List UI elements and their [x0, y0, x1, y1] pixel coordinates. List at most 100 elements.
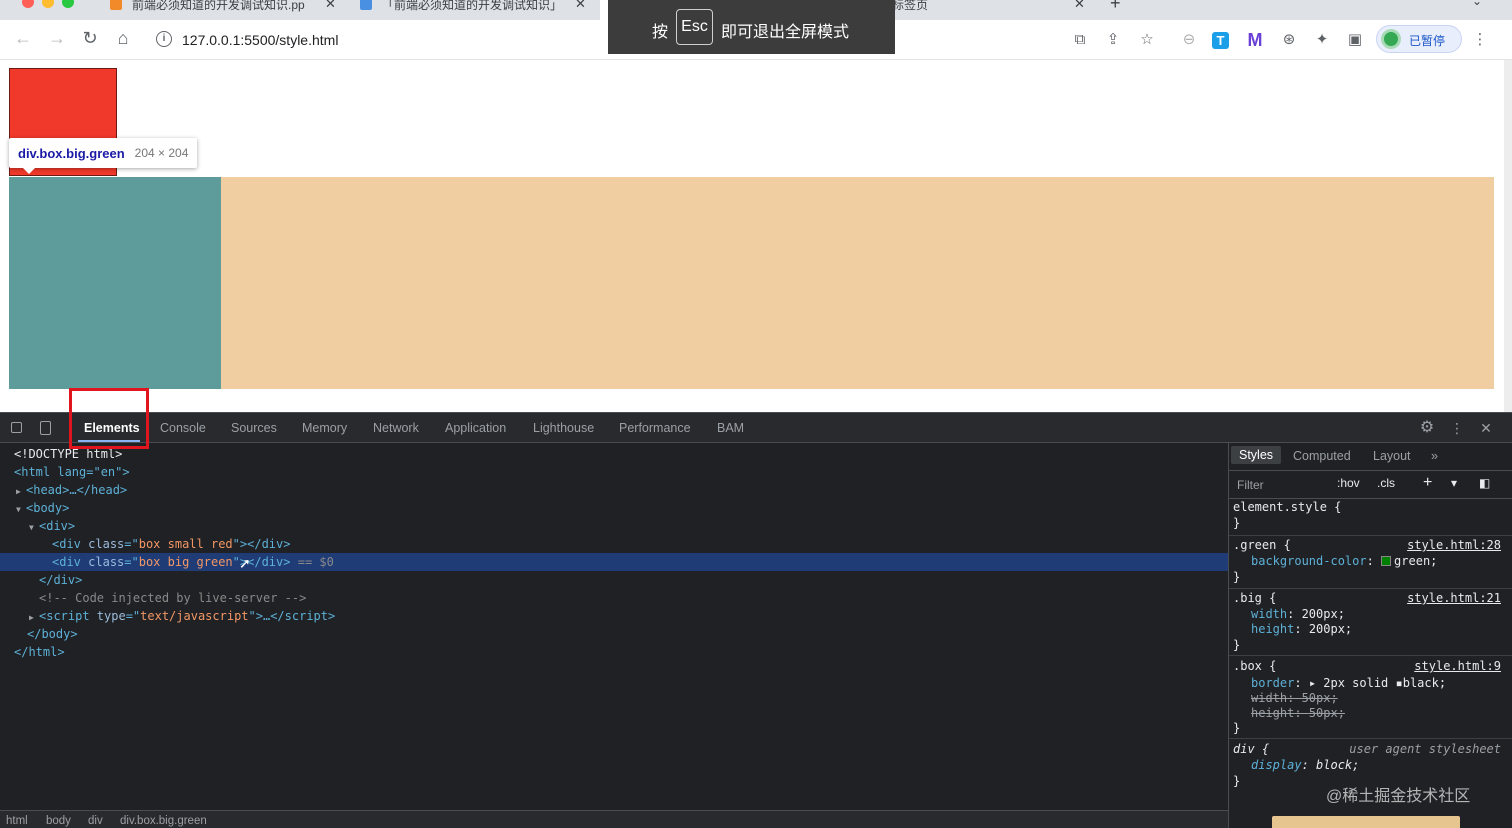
share-icon[interactable]: ⇪: [1103, 30, 1123, 50]
tab-bam[interactable]: BAM: [717, 421, 744, 435]
extension-icon[interactable]: ⊖: [1179, 30, 1199, 50]
toggle-sidebar-icon[interactable]: ◧: [1479, 476, 1490, 490]
chevron-down-icon[interactable]: ⌄: [1472, 0, 1482, 8]
dom-node-small-red[interactable]: <div class="box small red"></div>: [0, 535, 1228, 553]
rule-selector[interactable]: .big {: [1233, 590, 1276, 606]
extension-circle-icon[interactable]: ⊛: [1279, 30, 1299, 50]
tab-close-icon[interactable]: ✕: [325, 0, 336, 12]
big-green-box-highlight[interactable]: [9, 177, 221, 389]
tab-title: 「前端必须知道的开发调试知识」: [382, 0, 563, 12]
add-rule-icon[interactable]: +: [1423, 474, 1432, 492]
box-model-preview: [1272, 816, 1460, 828]
tab-styles[interactable]: Styles: [1231, 446, 1282, 464]
reload-icon[interactable]: ↻: [79, 28, 101, 49]
rule-selector[interactable]: .green {: [1233, 537, 1291, 553]
hov-toggle[interactable]: :hov: [1337, 476, 1360, 490]
esc-key-badge: Esc: [676, 9, 713, 45]
breadcrumb-div-box-big-green[interactable]: div.box.big.green: [120, 815, 207, 827]
devtools-tab-bar: Elements Console Sources Memory Network …: [0, 413, 1512, 443]
forward-arrow-icon[interactable]: →: [46, 28, 68, 49]
styles-filter-input[interactable]: Filter: [1237, 478, 1264, 492]
tab-close-icon[interactable]: ✕: [1074, 0, 1085, 12]
cls-toggle[interactable]: .cls: [1377, 476, 1395, 490]
rule-close-brace: }: [1233, 516, 1241, 530]
fullscreen-exit-toast: 按 Esc 即可退出全屏模式: [608, 0, 895, 54]
breadcrumb-html[interactable]: html: [6, 815, 28, 827]
tab-close-icon[interactable]: ✕: [575, 0, 586, 12]
breadcrumb-body[interactable]: body: [46, 815, 71, 827]
translator-extension-icon[interactable]: T: [1212, 32, 1229, 49]
css-declaration[interactable]: background-color: green;: [1251, 553, 1437, 569]
window-close-button[interactable]: [22, 0, 34, 8]
breadcrumb-div[interactable]: div: [88, 815, 103, 827]
dom-node-doctype[interactable]: <!DOCTYPE html>: [0, 445, 1228, 463]
dom-node-html-close[interactable]: </html>: [0, 643, 1228, 661]
dom-node-html[interactable]: <html lang="en">: [0, 463, 1228, 481]
css-declaration[interactable]: display: block;: [1251, 757, 1359, 773]
bookmark-star-icon[interactable]: ☆: [1137, 30, 1157, 50]
back-arrow-icon[interactable]: ←: [12, 28, 34, 49]
tab-lighthouse[interactable]: Lighthouse: [533, 421, 594, 435]
dom-node-body-close[interactable]: </body>: [0, 625, 1228, 643]
dom-node-big-green-selected[interactable]: <div class="box big green"></div> == $0: [0, 553, 1228, 571]
css-declaration-overridden[interactable]: height: 50px;: [1251, 705, 1345, 721]
tab-network[interactable]: Network: [373, 421, 419, 435]
translate-icon[interactable]: ⧉: [1070, 30, 1090, 50]
tab-computed[interactable]: Computed: [1293, 449, 1351, 463]
rule-selector[interactable]: .box {: [1233, 658, 1276, 674]
page-scrollbar[interactable]: [1504, 60, 1512, 412]
tab-layout[interactable]: Layout: [1373, 449, 1411, 463]
url-text[interactable]: 127.0.0.1:5500/style.html: [182, 32, 338, 48]
rule-selector[interactable]: element.style {: [1233, 499, 1341, 515]
paint-brush-icon[interactable]: ▾: [1451, 476, 1457, 490]
more-vert-icon[interactable]: ⋮: [1470, 30, 1490, 50]
dom-node-script[interactable]: ▶ <script type="text/javascript">…</scrip…: [0, 607, 1228, 625]
juejin-logo-icon: [360, 0, 372, 10]
rule-divider: [1229, 738, 1512, 739]
margin-highlight-overlay: [221, 177, 1494, 389]
chevron-right-icon[interactable]: »: [1431, 449, 1438, 463]
home-icon[interactable]: ⌂: [112, 28, 134, 49]
dom-node-div-close[interactable]: </div>: [0, 571, 1228, 589]
browser-tab-1[interactable]: 前端必须知道的开发调试知识.pp: [110, 0, 310, 20]
rule-source-link[interactable]: style.html:21: [1407, 590, 1501, 606]
dom-node-div[interactable]: ▼ <div>: [0, 517, 1228, 535]
device-toolbar-icon[interactable]: [37, 420, 53, 436]
rule-selector[interactable]: div {: [1233, 741, 1269, 757]
profile-button[interactable]: 已暂停: [1376, 25, 1462, 53]
window-maximize-button[interactable]: [62, 0, 74, 8]
styles-tab-bar: Styles Computed Layout »: [1229, 443, 1512, 471]
tab-application[interactable]: Application: [445, 421, 506, 435]
info-icon[interactable]: i: [156, 31, 172, 47]
settings-gear-icon[interactable]: ⚙: [1419, 420, 1435, 436]
new-tab-icon[interactable]: +: [1110, 0, 1121, 14]
inspect-element-icon[interactable]: [10, 420, 26, 436]
tab-performance[interactable]: Performance: [619, 421, 691, 435]
tab-memory[interactable]: Memory: [302, 421, 347, 435]
window-minimize-button[interactable]: [42, 0, 54, 8]
css-declaration[interactable]: border: ▸ 2px solid ▪black;: [1251, 675, 1446, 691]
breadcrumb: html body div div.box.big.green: [0, 810, 1228, 828]
dom-node-body[interactable]: ▼ <body>: [0, 499, 1228, 517]
puzzle-icon[interactable]: ✦: [1312, 30, 1332, 50]
tab-console[interactable]: Console: [160, 421, 206, 435]
rule-close-brace: }: [1233, 774, 1241, 788]
css-declaration[interactable]: width: 200px;: [1251, 606, 1345, 622]
toast-text-after: 即可退出全屏模式: [721, 24, 850, 41]
m-extension-icon[interactable]: M: [1245, 30, 1265, 50]
close-icon[interactable]: ✕: [1478, 420, 1494, 436]
rule-source-link[interactable]: style.html:28: [1407, 537, 1501, 553]
more-vert-icon[interactable]: ⋮: [1449, 420, 1465, 436]
profile-status-label: 已暂停: [1409, 34, 1446, 48]
styles-pane: Styles Computed Layout » Filter :hov .cl…: [1228, 443, 1512, 828]
side-panel-icon[interactable]: ▣: [1345, 30, 1365, 50]
rule-source-link[interactable]: style.html:9: [1414, 658, 1501, 674]
dom-node-comment[interactable]: <!-- Code injected by live-server -->: [0, 589, 1228, 607]
css-declaration[interactable]: height: 200px;: [1251, 621, 1352, 637]
css-declaration-overridden[interactable]: width: 50px;: [1251, 690, 1338, 706]
styles-filter-bar: Filter :hov .cls + ▾ ◧: [1229, 471, 1512, 499]
browser-tab-2[interactable]: 「前端必须知道的开发调试知识」: [360, 0, 565, 20]
dom-node-head[interactable]: ▶ <head>…</head>: [0, 481, 1228, 499]
color-swatch-icon: [1381, 556, 1392, 566]
tab-sources[interactable]: Sources: [231, 421, 277, 435]
